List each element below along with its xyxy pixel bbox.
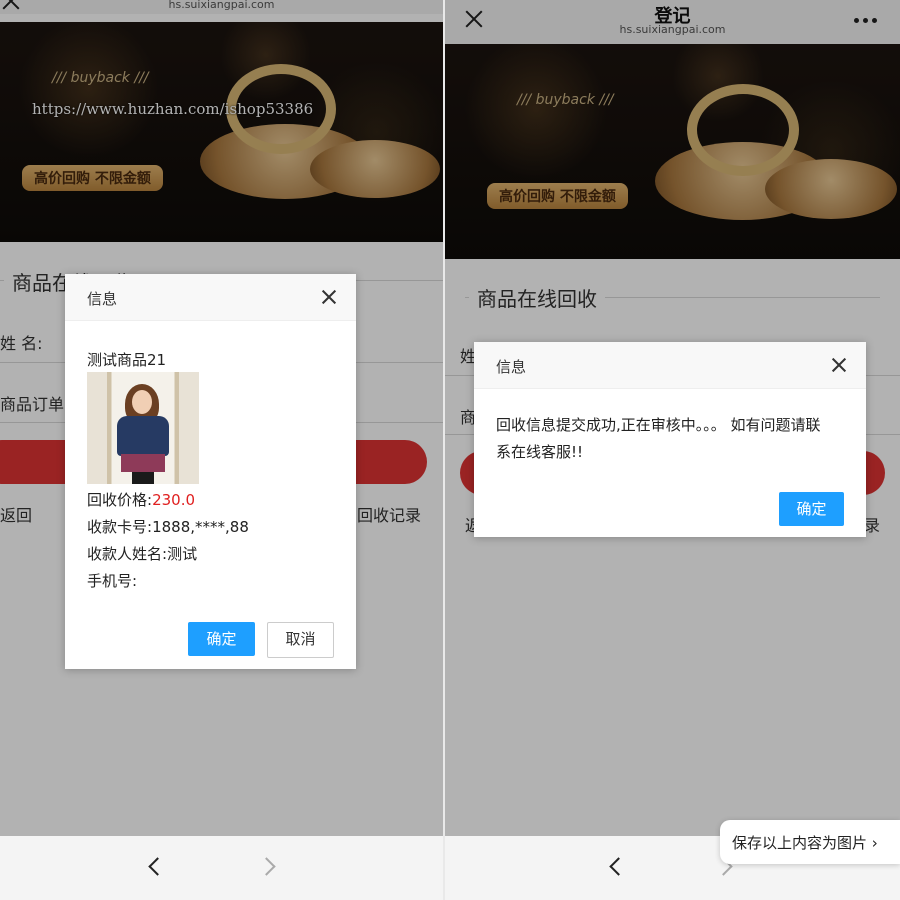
left-screen: hs.suixiangpai.com /// buyback /// 高价回购 …	[0, 0, 443, 900]
payee-label: 收款人姓名:	[87, 545, 168, 563]
price-value: 230.0	[152, 491, 196, 509]
dialog-header: 信息	[65, 274, 356, 321]
dialog-header: 信息	[474, 342, 866, 389]
success-message-line1: 回收信息提交成功,正在审核中。。。 如有问题请联	[496, 416, 821, 434]
payee-row: 收款人姓名:测试	[87, 543, 197, 564]
chevron-left-icon[interactable]	[605, 856, 627, 878]
browser-bottom-nav	[0, 836, 443, 900]
product-photo-legs	[132, 472, 154, 484]
success-message-line2: 系在线客服!!	[496, 443, 584, 461]
card-value: 1888,****,88	[152, 518, 249, 536]
product-name: 测试商品21	[87, 351, 167, 369]
confirm-dialog: 信息 测试商品21 回收价格:230.0 收款卡号:1888,****,88 收…	[65, 274, 356, 669]
payee-value: 测试	[167, 545, 198, 563]
price-label: 回收价格:	[87, 491, 153, 509]
save-as-image-label: 保存以上内容为图片 ›	[732, 834, 878, 852]
card-row: 收款卡号:1888,****,88	[87, 516, 249, 537]
right-screen: 登记 hs.suixiangpai.com /// buyback /// 高价…	[445, 0, 900, 900]
chevron-right-icon[interactable]	[258, 856, 280, 878]
product-image	[87, 372, 199, 484]
product-photo-face	[132, 390, 152, 414]
card-label: 收款卡号:	[87, 518, 153, 536]
success-dialog: 信息 回收信息提交成功,正在审核中。。。 如有问题请联 系在线客服!! 确定	[474, 342, 866, 537]
product-photo-skirt	[121, 454, 165, 472]
dialog-title: 信息	[87, 290, 118, 308]
dialog-title: 信息	[496, 358, 527, 376]
close-icon[interactable]	[320, 288, 338, 306]
close-icon[interactable]	[830, 356, 848, 374]
ok-button[interactable]: 确定	[188, 622, 255, 656]
cancel-button[interactable]: 取消	[267, 622, 334, 658]
phone-label: 手机号:	[87, 572, 138, 590]
product-photo-shirt	[117, 416, 169, 456]
chevron-left-icon[interactable]	[144, 856, 166, 878]
price-row: 回收价格:230.0	[87, 489, 195, 510]
ok-button[interactable]: 确定	[779, 492, 844, 526]
save-as-image-button[interactable]: 保存以上内容为图片 ›	[720, 820, 900, 864]
